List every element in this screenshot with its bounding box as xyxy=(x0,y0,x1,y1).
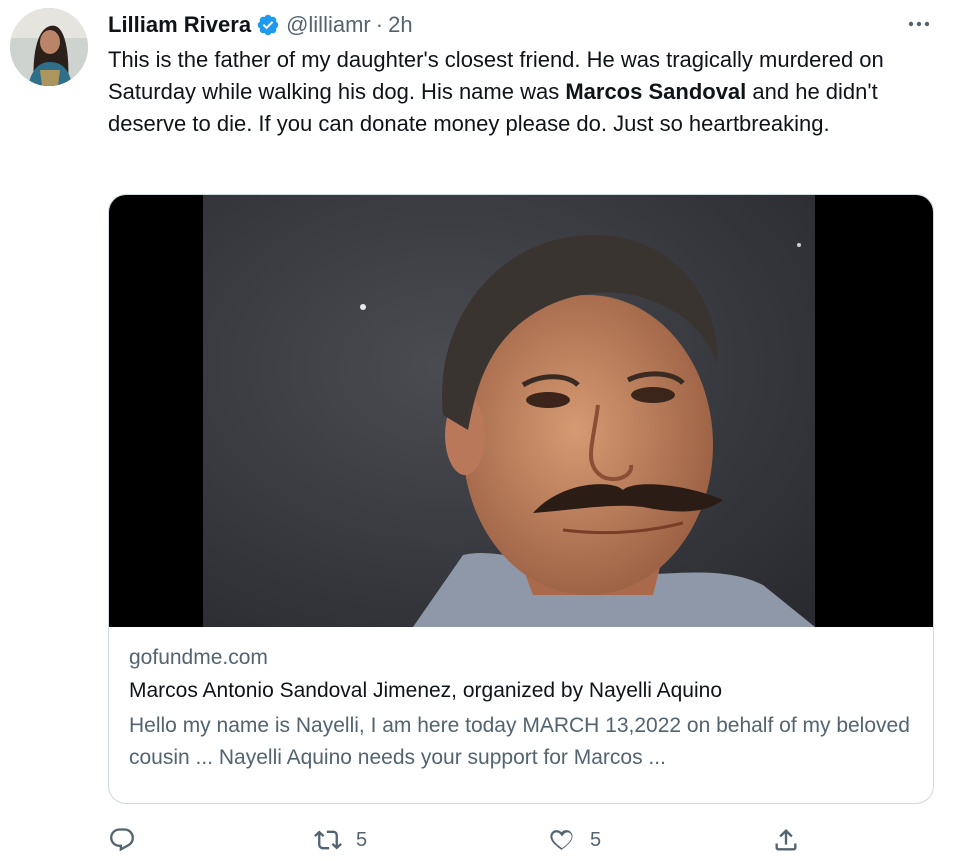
like-icon xyxy=(550,830,573,851)
share-button[interactable] xyxy=(772,820,800,860)
card-description: Hello my name is Nayelli, I am here toda… xyxy=(129,714,910,769)
reply-button[interactable] xyxy=(108,820,150,860)
avatar[interactable] xyxy=(10,8,88,86)
share-icon xyxy=(775,829,797,851)
author-handle[interactable]: @lilliamr xyxy=(286,12,371,38)
reply-icon xyxy=(110,828,134,852)
more-options-icon[interactable] xyxy=(906,12,932,36)
action-bar: 5 5 xyxy=(108,820,808,860)
retweet-count: 5 xyxy=(356,828,368,851)
retweet-button[interactable]: 5 xyxy=(314,820,367,860)
tweet-header: Lilliam Rivera @lilliamr · 2h xyxy=(108,8,413,42)
avatar-image xyxy=(10,8,88,86)
card-text: gofundme.com Marcos Antonio Sandoval Jim… xyxy=(129,643,915,774)
tweet-text-bold-name: Marcos Sandoval xyxy=(565,79,747,104)
timestamp[interactable]: 2h xyxy=(388,12,412,38)
author-name[interactable]: Lilliam Rivera xyxy=(108,12,251,38)
card-media xyxy=(109,195,933,627)
tweet-text: This is the father of my daughter's clos… xyxy=(108,44,938,140)
like-count: 5 xyxy=(590,828,602,851)
card-photo xyxy=(203,195,815,627)
like-button[interactable]: 5 xyxy=(548,820,601,860)
card-domain: gofundme.com xyxy=(129,646,268,669)
link-card[interactable]: gofundme.com Marcos Antonio Sandoval Jim… xyxy=(108,194,934,804)
retweet-icon xyxy=(314,830,342,850)
separator-dot: · xyxy=(375,12,384,37)
card-title: Marcos Antonio Sandoval Jimenez, organiz… xyxy=(129,679,723,702)
verified-badge-icon xyxy=(256,13,280,37)
